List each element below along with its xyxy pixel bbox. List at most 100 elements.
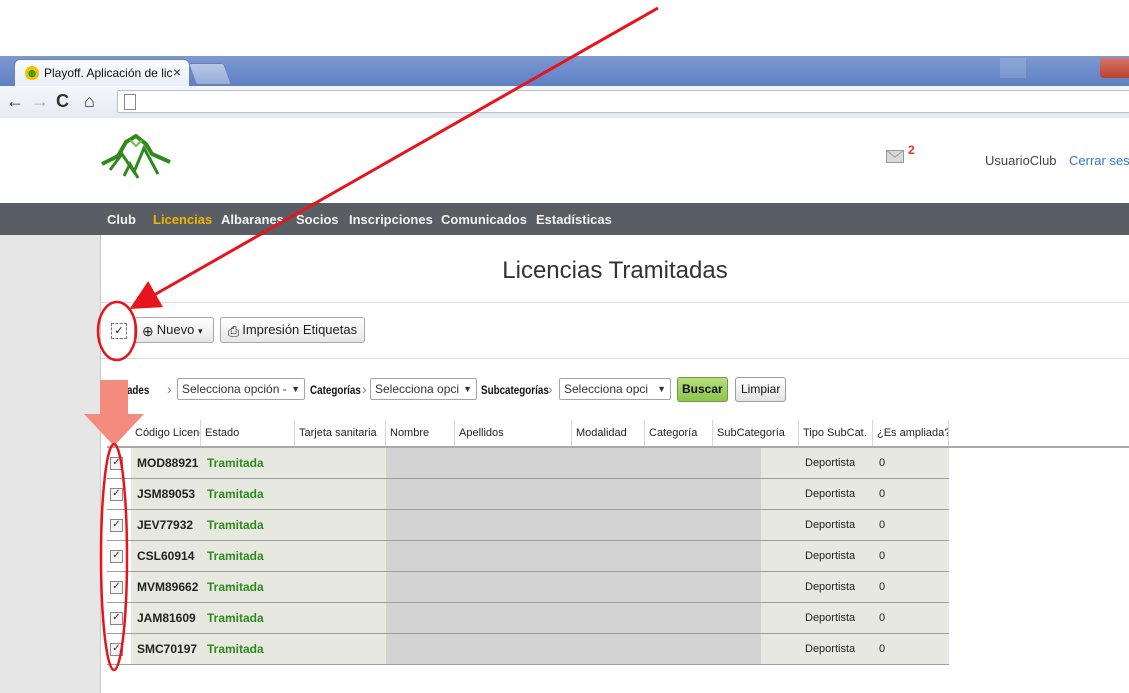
chevron-down-icon: ▼ [291, 384, 300, 394]
table-cell [295, 603, 386, 633]
back-arrow-icon[interactable]: ← [6, 91, 24, 111]
table-cell [295, 479, 386, 509]
masked-cell [713, 448, 761, 478]
chevron-right-icon: › [548, 381, 553, 397]
modalidades-select[interactable]: Selecciona opción - ▼ [177, 378, 305, 400]
main-nav: Club Licencias Albaranes Socios Inscripc… [0, 203, 1129, 235]
window-close-button[interactable] [1100, 58, 1129, 78]
cell-ampliada: 0 [873, 572, 949, 602]
nav-item-club[interactable]: Club [107, 212, 136, 227]
masked-cell [645, 572, 713, 602]
table-cell [761, 541, 799, 571]
table-row[interactable]: ✓ CSL60914 Tramitada Deportista 0 [107, 541, 949, 572]
forward-arrow-icon[interactable]: → [31, 91, 49, 111]
cell-tipo: Deportista [799, 510, 873, 540]
table-cell [295, 634, 386, 664]
table-row[interactable]: ✓ MOD88921 Tramitada Deportista 0 [107, 448, 949, 479]
browser-tab[interactable]: ◍ Playoff. Aplicación de licer × [14, 59, 190, 86]
new-button[interactable]: ⊕ Nuevo ▾ [134, 317, 214, 343]
row-checkbox-cell: ✓ [107, 572, 131, 602]
printer-icon: ⎙ [228, 322, 240, 339]
cell-tipo: Deportista [799, 603, 873, 633]
mail-icon[interactable] [886, 150, 904, 163]
table-cell [761, 603, 799, 633]
divider [101, 302, 1129, 303]
masked-cell [713, 541, 761, 571]
table-row[interactable]: ✓ MVM89662 Tramitada Deportista 0 [107, 572, 949, 603]
cell-codigo: MVM89662 [131, 572, 201, 602]
cell-tipo: Deportista [799, 541, 873, 571]
table-row[interactable]: ✓ SMC70197 Tramitada Deportista 0 [107, 634, 949, 665]
masked-cell [645, 510, 713, 540]
select-all-checkbox[interactable]: ✓ [111, 323, 127, 339]
table-row[interactable]: ✓ JEV77932 Tramitada Deportista 0 [107, 510, 949, 541]
masked-cell [572, 510, 645, 540]
table-row[interactable]: ✓ JAM81609 Tramitada Deportista 0 [107, 603, 949, 634]
caret-down-icon: ▾ [197, 326, 203, 336]
table-cell [761, 572, 799, 602]
nav-item-socios[interactable]: Socios [296, 212, 339, 227]
masked-cell [645, 603, 713, 633]
masked-cell [455, 510, 572, 540]
window-maximize-button[interactable] [1000, 58, 1026, 78]
clear-button[interactable]: Limpiar [735, 377, 787, 402]
cell-estado: Tramitada [201, 479, 295, 509]
table-cell [295, 572, 386, 602]
browser-tabstrip: ◍ Playoff. Aplicación de licer × [0, 56, 1129, 86]
row-checkbox[interactable]: ✓ [110, 488, 123, 501]
row-checkbox[interactable]: ✓ [110, 457, 123, 470]
column-header-codigo[interactable]: Código Licencia [131, 420, 201, 446]
nav-item-estadisticas[interactable]: Estadísticas [536, 212, 612, 227]
search-button[interactable]: Buscar [677, 377, 728, 402]
row-checkbox[interactable]: ✓ [110, 519, 123, 532]
masked-cell [645, 634, 713, 664]
nav-item-licencias[interactable]: Licencias [153, 212, 212, 227]
masked-cell [572, 634, 645, 664]
row-checkbox[interactable]: ✓ [110, 550, 123, 563]
column-header-ampliada[interactable]: ¿Es ampliada?( [873, 420, 949, 446]
cell-codigo: JAM81609 [131, 603, 201, 633]
column-header-subcategoria[interactable]: SubCategoría [713, 420, 799, 446]
masked-cell [713, 479, 761, 509]
plus-circle-icon: ⊕ [142, 322, 154, 339]
masked-cell [455, 634, 572, 664]
column-header-apellidos[interactable]: Apellidos [455, 420, 572, 446]
column-header-estado[interactable]: Estado [201, 420, 295, 446]
filter-bar: alidades › Selecciona opción - ▼ Categorí… [101, 373, 1129, 409]
table-cell [761, 634, 799, 664]
table-row[interactable]: ✓ JSM89053 Tramitada Deportista 0 [107, 479, 949, 510]
column-header-nombre[interactable]: Nombre [386, 420, 455, 446]
print-labels-button[interactable]: ⎙ Impresión Etiquetas [220, 317, 365, 343]
chevron-down-icon: ▼ [657, 384, 666, 394]
nav-item-albaranes[interactable]: Albaranes [221, 212, 284, 227]
table-cell [761, 479, 799, 509]
mail-count-badge: 2 [908, 143, 915, 157]
address-bar[interactable] [117, 90, 1129, 113]
cell-codigo: CSL60914 [131, 541, 201, 571]
row-checkbox[interactable]: ✓ [110, 581, 123, 594]
column-header-categoria[interactable]: Categoría [645, 420, 713, 446]
logout-link[interactable]: Cerrar sesión [1069, 153, 1129, 168]
categorias-select[interactable]: Selecciona opci ▼ [370, 378, 477, 400]
masked-cell [572, 448, 645, 478]
column-header-tipo-subcat[interactable]: Tipo SubCat. [799, 420, 873, 446]
row-checkbox-cell: ✓ [107, 541, 131, 571]
nav-item-comunicados[interactable]: Comunicados [441, 212, 527, 227]
fam-logo-icon[interactable] [100, 134, 172, 180]
tab-close-icon[interactable]: × [173, 64, 181, 80]
table-cell [295, 448, 386, 478]
row-checkbox-cell: ✓ [107, 510, 131, 540]
column-header-tarjeta[interactable]: Tarjeta sanitaria [295, 420, 386, 446]
row-checkbox[interactable]: ✓ [110, 643, 123, 656]
new-tab-button[interactable] [187, 63, 233, 85]
reload-icon[interactable]: C [56, 91, 69, 111]
cell-ampliada: 0 [873, 541, 949, 571]
row-checkbox-cell: ✓ [107, 479, 131, 509]
column-header-modalidad[interactable]: Modalidad [572, 420, 645, 446]
cell-codigo: MOD88921 [131, 448, 201, 478]
nav-item-inscripciones[interactable]: Inscripciones [349, 212, 433, 227]
masked-cell [386, 510, 455, 540]
row-checkbox[interactable]: ✓ [110, 612, 123, 625]
home-icon[interactable]: ⌂ [84, 91, 95, 111]
subcategorias-select[interactable]: Selecciona opci ▼ [559, 378, 671, 400]
